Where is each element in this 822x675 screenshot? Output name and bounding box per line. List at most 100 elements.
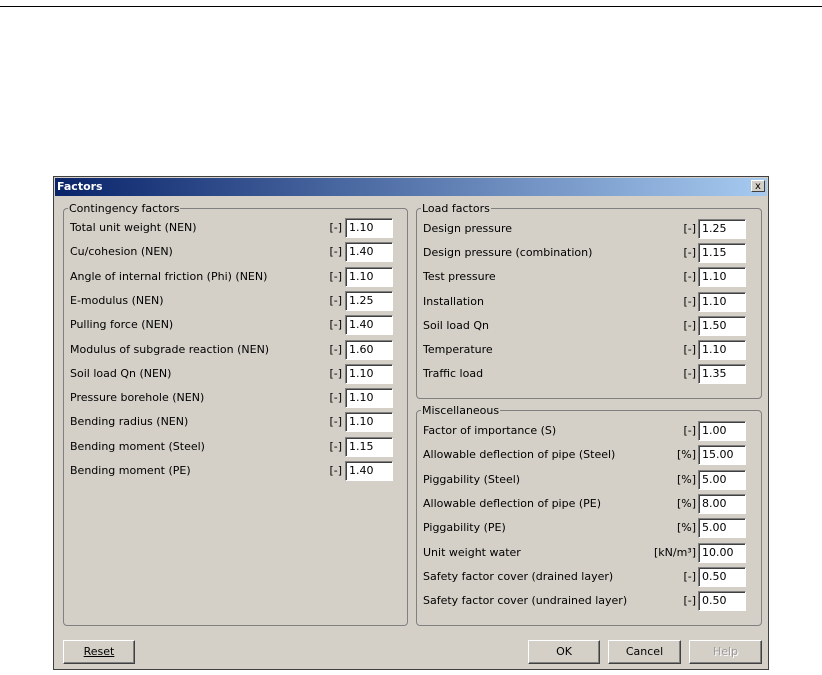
factor-label: Safety factor cover (drained layer): [423, 569, 614, 583]
factor-label: E-modulus (NEN): [70, 293, 164, 307]
help-button[interactable]: Help: [689, 640, 762, 664]
factor-unit: [-]: [683, 246, 696, 260]
factor-input[interactable]: 1.40: [345, 315, 393, 336]
factor-input[interactable]: 1.50: [698, 315, 746, 336]
factor-row: Allowable deflection of pipe (Steel) [%] 1…: [417, 445, 761, 466]
factor-row: Piggability (PE) [%] 5.00: [417, 518, 761, 539]
factor-input[interactable]: 1.25: [345, 290, 393, 311]
title-bar[interactable]: Factors x: [55, 178, 767, 196]
load-factors-title: Load factors: [421, 202, 491, 215]
factor-unit: [-]: [683, 594, 696, 608]
factor-unit: [-]: [683, 424, 696, 437]
miscellaneous-title: Miscellaneous: [421, 404, 501, 417]
load-factors-group: Load factors Design pressure [-] 1.25 Desig…: [416, 202, 762, 399]
factor-unit: [-]: [329, 439, 342, 453]
factor-label: Bending moment (PE): [70, 464, 191, 477]
factor-input[interactable]: 0.50: [698, 591, 746, 612]
factor-unit: [%]: [676, 496, 696, 510]
factor-label: Soil load Qn: [423, 318, 489, 332]
factor-row: Factor of importance (S) [-] 1.00: [417, 421, 761, 441]
factor-input[interactable]: 1.15: [345, 436, 393, 457]
factor-unit: [-]: [683, 343, 696, 356]
factor-row: Soil load Qn (NEN) [-] 1.10: [64, 363, 407, 384]
cancel-button[interactable]: Cancel: [608, 640, 681, 664]
factor-label: Allowable deflection of pipe (PE): [423, 496, 602, 510]
factor-row: Pressure borehole (NEN) [-] 1.10: [64, 388, 407, 409]
factor-label: Allowable deflection of pipe (Steel): [423, 448, 616, 462]
factor-input[interactable]: 1.10: [698, 267, 746, 288]
factor-unit: [-]: [329, 318, 342, 332]
factor-unit: [-]: [683, 222, 696, 235]
factor-input[interactable]: 0.50: [698, 566, 746, 587]
factor-label: Cu/cohesion (NEN): [70, 245, 173, 259]
factor-unit: [-]: [683, 569, 696, 583]
factor-row: Total unit weight (NEN) [-] 1.10: [64, 218, 407, 238]
factor-row: Design pressure [-] 1.25: [417, 219, 761, 239]
factor-label: Soil load Qn (NEN): [70, 366, 172, 380]
factor-unit: [-]: [683, 294, 696, 308]
factor-input[interactable]: 1.00: [698, 421, 746, 441]
factor-row: Temperature [-] 1.10: [417, 340, 761, 360]
factor-unit: [kN/m³]: [653, 545, 696, 559]
factor-row: Cu/cohesion (NEN) [-] 1.40: [64, 242, 407, 263]
factor-label: Pulling force (NEN): [70, 318, 174, 332]
factor-input[interactable]: 1.10: [345, 388, 393, 409]
contingency-factors-title: Contingency factors: [68, 202, 181, 215]
factor-input[interactable]: 1.40: [345, 461, 393, 481]
factor-label: Pressure borehole (NEN): [70, 391, 205, 405]
factor-input[interactable]: 1.10: [698, 291, 746, 312]
factor-unit: [-]: [329, 342, 342, 356]
factor-row: Bending radius (NEN) [-] 1.10: [64, 412, 407, 433]
factor-unit: [-]: [329, 391, 342, 405]
factor-unit: [-]: [329, 245, 342, 259]
factor-unit: [%]: [676, 472, 696, 486]
factor-label: Angle of internal friction (Phi) (NEN): [70, 269, 268, 283]
factor-row: Unit weight water [kN/m³] 10.00: [417, 542, 761, 563]
factor-input[interactable]: 5.00: [698, 469, 746, 490]
factor-row: Test pressure [-] 1.10: [417, 267, 761, 288]
factor-input[interactable]: 1.10: [345, 363, 393, 384]
factor-label: Bending moment (Steel): [70, 439, 205, 453]
factor-unit: [%]: [676, 521, 696, 535]
factor-row: Traffic load [-] 1.35: [417, 364, 761, 385]
factor-input[interactable]: 1.10: [345, 412, 393, 433]
factor-label: Piggability (PE): [423, 521, 506, 535]
factor-unit: [-]: [329, 415, 342, 429]
factor-input[interactable]: 1.35: [698, 364, 746, 385]
factor-row: Soil load Qn [-] 1.50: [417, 315, 761, 336]
factor-input[interactable]: 1.60: [345, 339, 393, 360]
factor-unit: [-]: [329, 293, 342, 307]
factor-input[interactable]: 15.00: [698, 445, 746, 466]
close-button[interactable]: x: [751, 180, 765, 192]
contingency-factors-group: Contingency factors Total unit weight (N…: [63, 202, 408, 626]
factor-row: Pulling force (NEN) [-] 1.40: [64, 315, 407, 336]
factor-input[interactable]: 1.40: [345, 242, 393, 263]
factor-input[interactable]: 1.25: [698, 219, 746, 239]
factor-input[interactable]: 10.00: [698, 542, 746, 563]
factor-row: Angle of internal friction (Phi) (NEN) [-…: [64, 266, 407, 287]
factor-input[interactable]: 1.15: [698, 243, 746, 264]
reset-button[interactable]: Reset: [63, 640, 135, 664]
factor-input[interactable]: 1.10: [345, 218, 393, 238]
factor-label: Safety factor cover (undrained layer): [423, 594, 628, 608]
factor-row: Piggability (Steel) [%] 5.00: [417, 469, 761, 490]
factor-input[interactable]: 1.10: [345, 266, 393, 287]
factor-input[interactable]: 8.00: [698, 493, 746, 514]
factor-label: Unit weight water: [423, 545, 521, 559]
separator-line: [0, 6, 822, 7]
factor-unit: [-]: [329, 366, 342, 380]
factor-row: Modulus of subgrade reaction (NEN) [-] 1.6…: [64, 339, 407, 360]
factor-input[interactable]: 1.10: [698, 340, 746, 360]
factor-label: Piggability (Steel): [423, 472, 521, 486]
factor-unit: [%]: [676, 448, 696, 462]
factor-row: Bending moment (PE) [-] 1.40: [64, 461, 407, 481]
ok-button[interactable]: OK: [528, 640, 600, 664]
factor-unit: [-]: [329, 269, 342, 283]
factor-unit: [-]: [683, 318, 696, 332]
factor-label: Design pressure: [423, 222, 512, 235]
factor-row: Allowable deflection of pipe (PE) [%] 8.00: [417, 493, 761, 514]
factor-unit: [-]: [683, 367, 696, 381]
factor-row: Safety factor cover (drained layer) [-] 0.…: [417, 566, 761, 587]
factor-input[interactable]: 5.00: [698, 518, 746, 539]
factor-row: Bending moment (Steel) [-] 1.15: [64, 436, 407, 457]
